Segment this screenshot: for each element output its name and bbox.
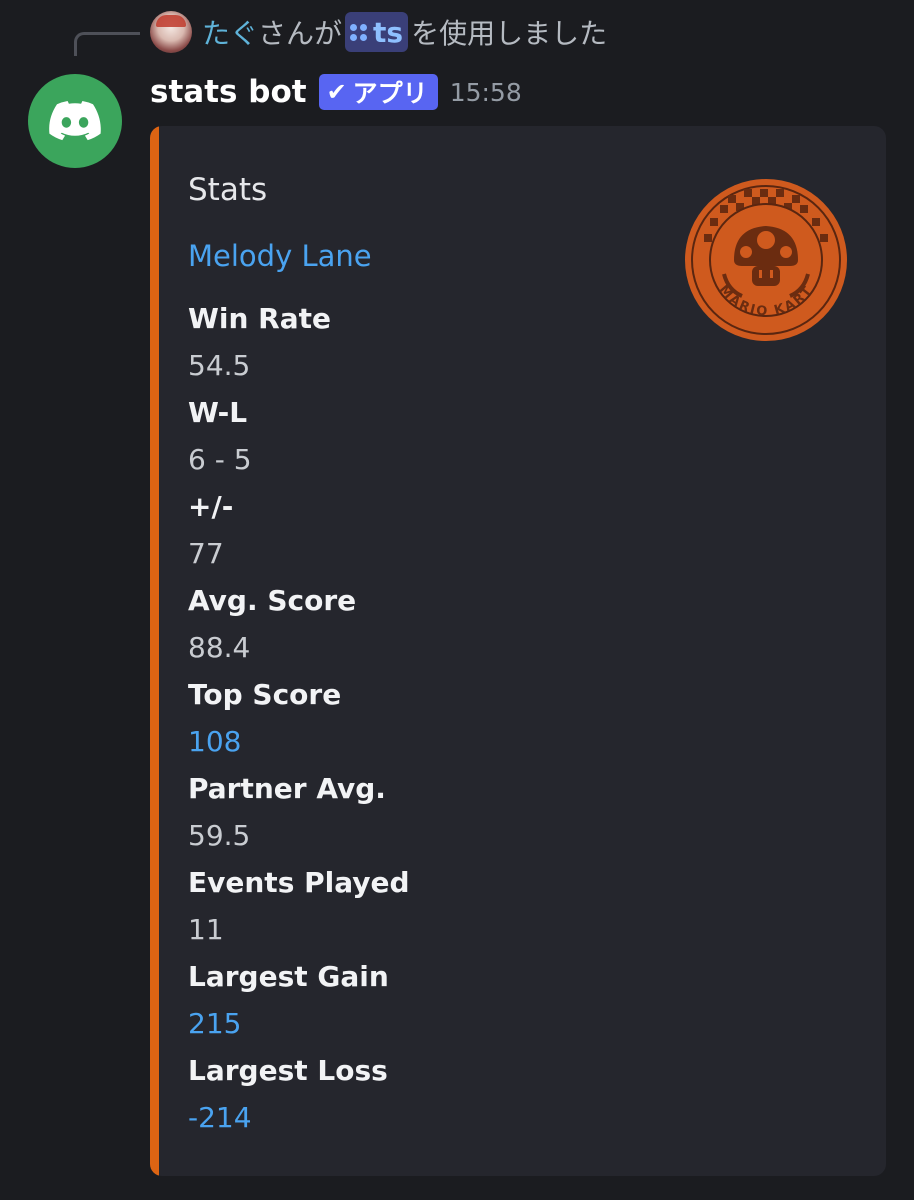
bot-avatar[interactable] <box>28 74 122 168</box>
field-value: 6 - 5 <box>188 443 252 476</box>
stats-embed: Stats Melody Lane Win Rate 54.5 W-L 6 - 5 +/… <box>150 126 886 1176</box>
embed-accent-bar <box>150 126 159 1176</box>
embed-description-link[interactable]: Melody Lane <box>188 232 668 280</box>
embed-content: Stats Melody Lane Win Rate 54.5 W-L 6 - 5 +/… <box>188 166 668 1142</box>
verified-check-icon: ✔ <box>326 78 347 106</box>
discord-message-view: たぐ さんが ts を使用しました stats bot ✔ アプリ 15:58 … <box>0 0 914 1200</box>
field-value: 59.5 <box>188 819 251 852</box>
message-header: stats bot ✔ アプリ 15:58 <box>150 70 522 114</box>
field-name: +/- <box>188 490 234 523</box>
interaction-line[interactable]: たぐ さんが ts を使用しました <box>150 10 607 54</box>
field-value: 88.4 <box>188 631 251 664</box>
embed-title: Stats <box>188 172 268 208</box>
field-value: 54.5 <box>188 349 251 382</box>
command-chip[interactable]: ts <box>345 12 409 52</box>
field-value: 11 <box>188 913 224 946</box>
user-avatar[interactable] <box>150 11 192 53</box>
command-name: ts <box>373 15 404 49</box>
message-timestamp[interactable]: 15:58 <box>450 78 522 107</box>
interaction-text-before: さんが <box>258 17 343 50</box>
discord-logo-icon <box>49 101 101 141</box>
field-name: Partner Avg. <box>188 772 386 805</box>
field-value[interactable]: -214 <box>188 1094 668 1142</box>
field-name: W-L <box>188 396 248 429</box>
app-command-icon <box>350 23 368 41</box>
app-badge: ✔ アプリ <box>318 74 438 110</box>
field-value[interactable]: 215 <box>188 1000 668 1048</box>
field-name: Largest Gain <box>188 960 389 993</box>
field-name: Avg. Score <box>188 584 357 617</box>
interaction-username[interactable]: たぐ <box>202 12 258 52</box>
author-name[interactable]: stats bot <box>150 74 307 110</box>
field-name: Events Played <box>188 866 410 899</box>
field-name: Largest Loss <box>188 1054 388 1087</box>
mario-kart-emblem-thumbnail[interactable]: MARIO KART <box>684 178 848 342</box>
field-value: 77 <box>188 537 224 570</box>
reply-spine <box>74 32 140 56</box>
app-badge-label: アプリ <box>352 79 428 108</box>
field-value[interactable]: 108 <box>188 718 668 766</box>
embed-fields: Win Rate 54.5 W-L 6 - 5 +/- 77 Avg. Score 88.4 T… <box>188 296 668 1142</box>
field-name: Win Rate <box>188 302 331 335</box>
field-name: Top Score <box>188 678 342 711</box>
interaction-text-after: を使用しました <box>411 17 608 50</box>
